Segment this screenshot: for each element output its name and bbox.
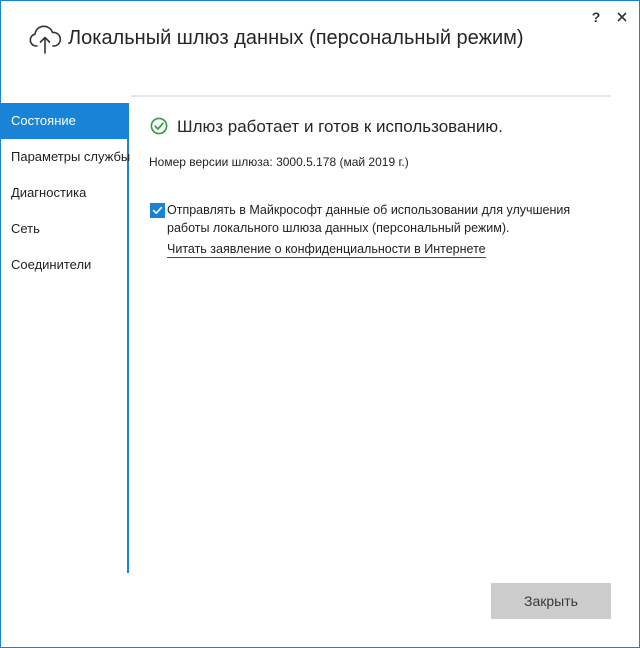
close-icon xyxy=(610,12,634,33)
sidebar-item-label: Сеть xyxy=(11,221,40,236)
sidebar-item-label: Соединители xyxy=(11,257,92,272)
usage-data-label: Отправлять в Майкрософт данные об исполь… xyxy=(167,203,571,235)
sidebar-nav: Состояние Параметры службы Диагностика С… xyxy=(1,103,131,573)
sidebar-item-connectors[interactable]: Соединители xyxy=(1,247,127,283)
close-button[interactable]: Закрыть xyxy=(491,583,611,619)
gateway-window: Локальный шлюз данных (персональный режи… xyxy=(0,0,640,648)
check-circle-icon xyxy=(150,117,168,135)
sidebar-item-network[interactable]: Сеть xyxy=(1,211,127,247)
close-window-button[interactable] xyxy=(610,5,634,29)
sidebar-item-label: Состояние xyxy=(11,113,76,128)
usage-data-consent: Отправлять в Майкрософт данные об исполь… xyxy=(149,199,619,259)
window-title: Локальный шлюз данных (персональный режи… xyxy=(68,27,524,49)
sidebar-item-label: Диагностика xyxy=(11,185,87,200)
privacy-statement-link[interactable]: Читать заявление о конфиденциальности в … xyxy=(167,241,486,258)
cloud-upload-icon xyxy=(28,21,62,55)
sidebar-item-status[interactable]: Состояние xyxy=(1,103,127,139)
status-message: Шлюз работает и готов к использованию. xyxy=(177,117,503,136)
gateway-version: Номер версии шлюза: 3000.5.178 (май 2019… xyxy=(149,155,409,169)
title-divider xyxy=(131,95,611,97)
help-button[interactable]: ? xyxy=(586,5,606,29)
title-area: Локальный шлюз данных (персональный режи… xyxy=(1,1,639,97)
status-row: Шлюз работает и готов к использованию. xyxy=(149,105,619,149)
sidebar-item-label: Параметры службы xyxy=(11,149,131,164)
usage-data-checkbox[interactable] xyxy=(150,203,165,218)
sidebar-item-service-settings[interactable]: Параметры службы xyxy=(1,139,131,175)
status-panel: Шлюз работает и готов к использованию. Н… xyxy=(149,105,619,259)
sidebar-item-diagnostics[interactable]: Диагностика xyxy=(1,175,127,211)
